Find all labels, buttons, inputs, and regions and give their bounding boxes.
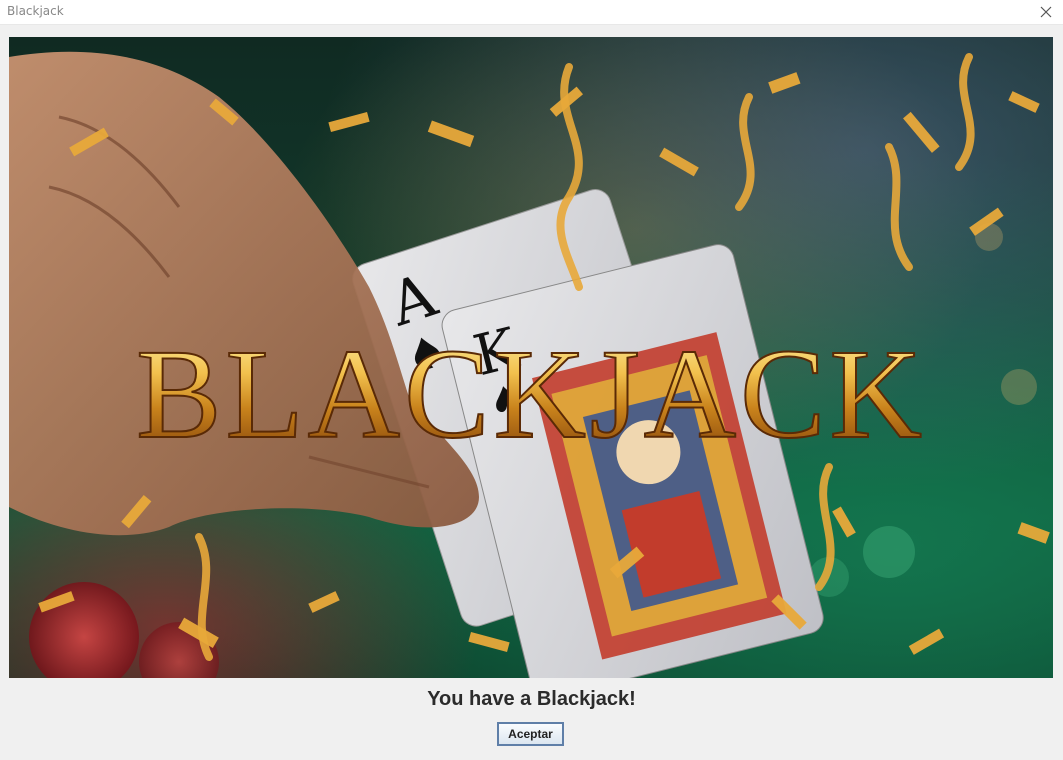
banner-headline: BLACKJACK [136,323,926,465]
close-button[interactable] [1029,0,1063,24]
accept-button-label: Aceptar [508,727,553,741]
close-icon [1040,6,1052,18]
blackjack-banner-image: A ♠ K ♠ BLACKJACK [9,37,1053,678]
accept-button[interactable]: Aceptar [497,722,564,746]
window-title: Blackjack [7,4,64,18]
result-message: You have a Blackjack! [427,688,636,710]
banner-scene: A ♠ K ♠ BLACKJACK [9,51,1050,678]
window-titlebar: Blackjack [0,0,1063,25]
